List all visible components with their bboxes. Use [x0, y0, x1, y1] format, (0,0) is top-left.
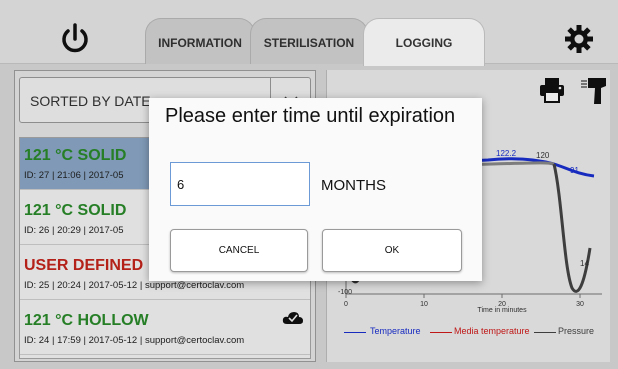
unit-label: MONTHS — [321, 177, 386, 194]
expiration-input[interactable] — [170, 162, 310, 206]
tab-logging[interactable]: LOGGING — [363, 18, 485, 66]
expiration-dialog: Please enter time until expiration MONTH… — [149, 98, 482, 281]
ok-button[interactable]: OK — [322, 229, 462, 272]
cancel-button[interactable]: CANCEL — [170, 229, 308, 272]
tab-label: LOGGING — [395, 35, 453, 50]
dialog-title: Please enter time until expiration — [165, 105, 456, 127]
